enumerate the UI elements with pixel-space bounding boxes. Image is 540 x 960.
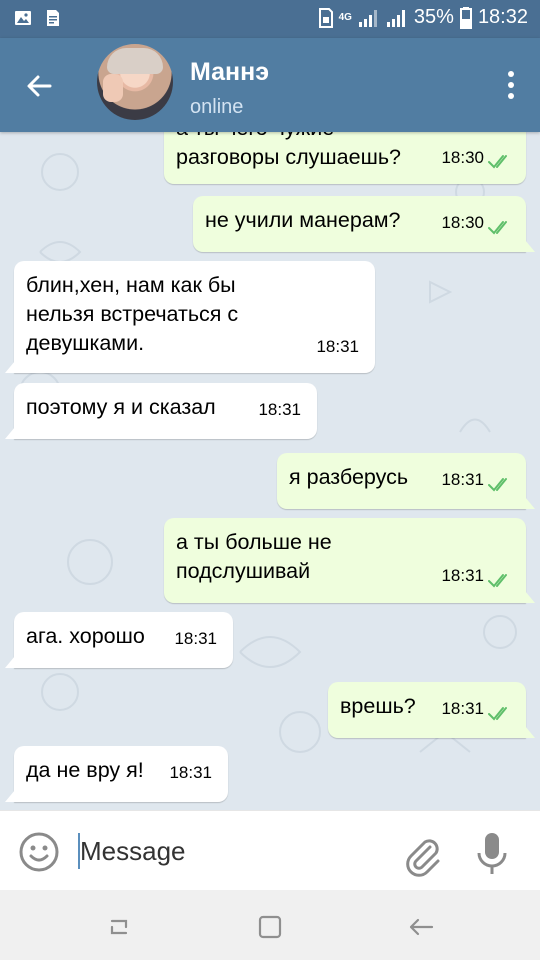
emoji-icon[interactable] bbox=[18, 831, 60, 873]
message-time: 18:31 bbox=[441, 566, 484, 585]
more-vertical-icon[interactable] bbox=[504, 68, 518, 102]
message-time: 18:31 bbox=[174, 629, 217, 648]
network-type: 4G bbox=[338, 12, 352, 23]
home-icon[interactable] bbox=[255, 912, 285, 942]
contact-name[interactable]: Маннэ bbox=[190, 58, 269, 87]
microphone-icon[interactable] bbox=[474, 831, 510, 877]
recent-apps-icon[interactable] bbox=[104, 912, 134, 942]
bubble-tail bbox=[5, 427, 15, 439]
message-input[interactable] bbox=[80, 831, 380, 871]
message-outgoing[interactable]: а ты чего чужие разговоры слушаешь? 18:3… bbox=[164, 132, 526, 184]
contact-avatar[interactable] bbox=[97, 44, 173, 120]
signal-strength-icon-2 bbox=[386, 9, 405, 27]
status-bar: 4G 35% 18:32 bbox=[0, 0, 540, 38]
bubble-tail bbox=[525, 497, 535, 509]
message-text: врешь? bbox=[340, 694, 416, 718]
battery-percent: 35% bbox=[413, 6, 454, 28]
document-notification-icon bbox=[47, 10, 59, 26]
message-text: поэтому я и сказал bbox=[26, 395, 216, 419]
signal-strength-icon bbox=[358, 9, 377, 27]
avatar-hair bbox=[107, 48, 163, 74]
message-incoming[interactable]: поэтому я и сказал 18:31 bbox=[14, 383, 317, 439]
double-check-icon bbox=[488, 478, 507, 492]
message-outgoing[interactable]: а ты больше не подслушивай 18:31 bbox=[164, 518, 526, 603]
back-arrow-icon[interactable] bbox=[20, 66, 60, 106]
message-time: 18:31 bbox=[441, 699, 484, 718]
message-incoming[interactable]: ага. хорошо 18:31 bbox=[14, 612, 233, 668]
double-check-icon bbox=[488, 221, 507, 235]
avatar-hand bbox=[103, 74, 123, 102]
message-outgoing[interactable]: я разберусь 18:31 bbox=[277, 453, 526, 509]
bubble-tail bbox=[5, 790, 15, 802]
message-incoming[interactable]: блин,хен, нам как бы нельзя встречаться … bbox=[14, 261, 375, 373]
message-text: ага. хорошо bbox=[26, 624, 145, 648]
message-time: 18:30 bbox=[441, 148, 484, 167]
gallery-notification-icon bbox=[15, 11, 31, 25]
paperclip-icon[interactable] bbox=[400, 833, 444, 877]
contact-status: online bbox=[190, 96, 244, 118]
message-time: 18:31 bbox=[316, 337, 359, 356]
message-incoming[interactable]: да не вру я! 18:31 bbox=[14, 746, 228, 802]
message-text: а ты чего чужие разговоры слушаешь? bbox=[176, 132, 401, 169]
bubble-tail bbox=[5, 656, 15, 668]
notification-icons bbox=[14, 9, 62, 27]
clock: 18:32 bbox=[477, 6, 528, 28]
double-check-icon bbox=[488, 707, 507, 721]
bubble-tail bbox=[525, 240, 535, 252]
system-navigation-bar bbox=[0, 890, 540, 960]
bubble-tail bbox=[525, 726, 535, 738]
chat-header: Маннэ online bbox=[0, 38, 540, 132]
message-time: 18:30 bbox=[441, 213, 484, 232]
double-check-icon bbox=[488, 155, 507, 169]
bubble-tail bbox=[5, 361, 15, 373]
system-indicators: 4G 35% 18:32 bbox=[318, 6, 528, 29]
message-text: блин,хен, нам как бы нельзя встречаться … bbox=[26, 273, 239, 355]
message-text: я разберусь bbox=[289, 465, 409, 489]
battery-icon bbox=[459, 6, 472, 29]
chat-area[interactable]: а ты чего чужие разговоры слушаешь? 18:3… bbox=[0, 132, 540, 810]
message-time: 18:31 bbox=[441, 470, 484, 489]
message-time: 18:31 bbox=[169, 763, 212, 782]
message-outgoing[interactable]: врешь? 18:31 bbox=[328, 682, 526, 738]
message-text: не учили манерам? bbox=[205, 208, 401, 232]
message-text: а ты больше не подслушивай bbox=[176, 530, 332, 583]
message-time: 18:31 bbox=[258, 400, 301, 419]
sim-card-icon bbox=[318, 7, 333, 28]
bubble-tail bbox=[525, 591, 535, 603]
system-back-icon[interactable] bbox=[406, 912, 436, 942]
message-text: да не вру я! bbox=[26, 758, 144, 782]
double-check-icon bbox=[488, 574, 507, 588]
message-outgoing[interactable]: не учили манерам? 18:30 bbox=[193, 196, 526, 252]
message-composer bbox=[0, 810, 540, 891]
